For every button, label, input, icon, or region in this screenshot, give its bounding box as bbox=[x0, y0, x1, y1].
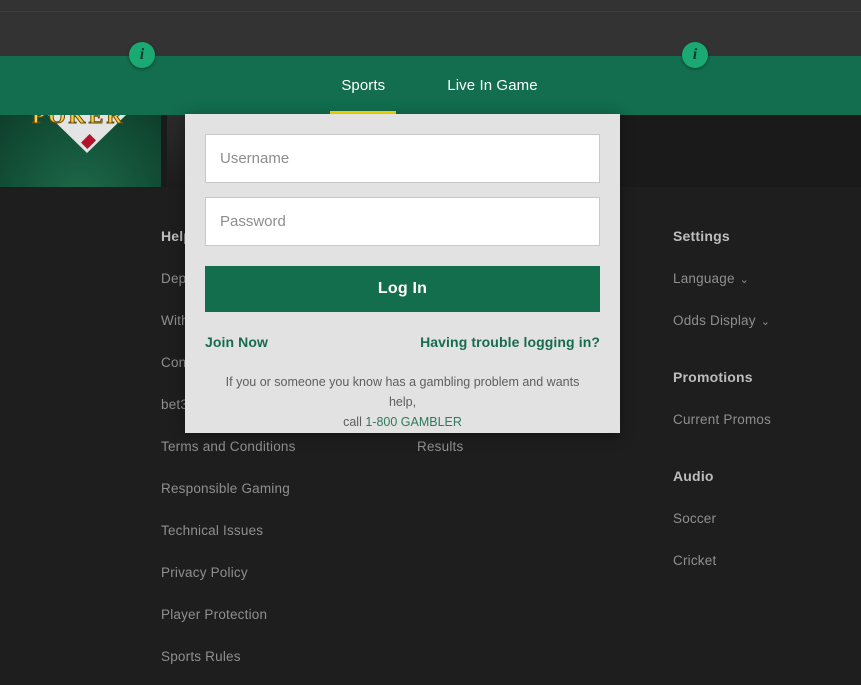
log-in-button[interactable]: Log In bbox=[205, 266, 600, 312]
password-input[interactable] bbox=[205, 197, 600, 246]
responsible-gambling-note: If you or someone you know has a gamblin… bbox=[205, 372, 600, 432]
poker-banner[interactable]: POKER bbox=[0, 115, 161, 187]
login-modal-links: Join Now Having trouble logging in? bbox=[205, 334, 600, 350]
footer-link-soccer[interactable]: Soccer bbox=[673, 511, 853, 526]
app-root: Sports Live In Game POKER bbox=[0, 0, 861, 685]
footer-link-sports-rules[interactable]: Sports Rules bbox=[161, 649, 391, 664]
footer-link-current-promos[interactable]: Current Promos bbox=[673, 412, 853, 427]
top-chrome-bar bbox=[0, 0, 861, 56]
nav-item-live-in-game[interactable]: Live In Game bbox=[436, 56, 548, 115]
footer-heading-settings: Settings bbox=[673, 228, 853, 244]
info-icon[interactable]: i bbox=[682, 42, 708, 68]
footer-link-results[interactable]: Results bbox=[417, 439, 647, 454]
login-modal-body: Log In Join Now Having trouble logging i… bbox=[185, 114, 620, 432]
gamble-note-call: call bbox=[343, 415, 365, 429]
nav-item-sports[interactable]: Sports bbox=[330, 56, 396, 115]
footer-link-privacy-policy[interactable]: Privacy Policy bbox=[161, 565, 391, 580]
footer-link-cricket[interactable]: Cricket bbox=[673, 553, 853, 568]
nav-item-list: Sports Live In Game bbox=[0, 56, 861, 115]
footer-link-odds-display-label: Odds Display bbox=[673, 313, 756, 328]
join-now-link[interactable]: Join Now bbox=[205, 334, 268, 350]
primary-navigation: Sports Live In Game bbox=[0, 56, 861, 115]
footer-heading-audio: Audio bbox=[673, 468, 853, 484]
footer-link-player-protection[interactable]: Player Protection bbox=[161, 607, 391, 622]
login-modal: Log In Join Now Having trouble logging i… bbox=[185, 114, 620, 433]
footer-link-terms-and-conditions[interactable]: Terms and Conditions bbox=[161, 439, 391, 454]
username-input[interactable] bbox=[205, 134, 600, 183]
gamble-note-line1: If you or someone you know has a gamblin… bbox=[226, 375, 580, 409]
chevron-down-icon: ⌄ bbox=[740, 274, 749, 286]
footer-column-settings: Settings Language ⌄ Odds Display ⌄ Promoti… bbox=[673, 228, 853, 595]
gambler-hotline-link[interactable]: 1-800 GAMBLER bbox=[365, 415, 462, 429]
having-trouble-logging-in-link[interactable]: Having trouble logging in? bbox=[420, 334, 600, 350]
top-chrome-divider bbox=[0, 11, 861, 12]
footer-link-language[interactable]: Language ⌄ bbox=[673, 271, 853, 286]
info-icon[interactable]: i bbox=[129, 42, 155, 68]
footer-heading-promotions: Promotions bbox=[673, 369, 853, 385]
poker-banner-title: POKER bbox=[32, 115, 125, 129]
footer-link-odds-display[interactable]: Odds Display ⌄ bbox=[673, 313, 853, 328]
chevron-down-icon: ⌄ bbox=[761, 316, 770, 328]
footer-link-technical-issues[interactable]: Technical Issues bbox=[161, 523, 391, 538]
footer-link-language-label: Language bbox=[673, 271, 735, 286]
footer-link-responsible-gaming[interactable]: Responsible Gaming bbox=[161, 481, 391, 496]
